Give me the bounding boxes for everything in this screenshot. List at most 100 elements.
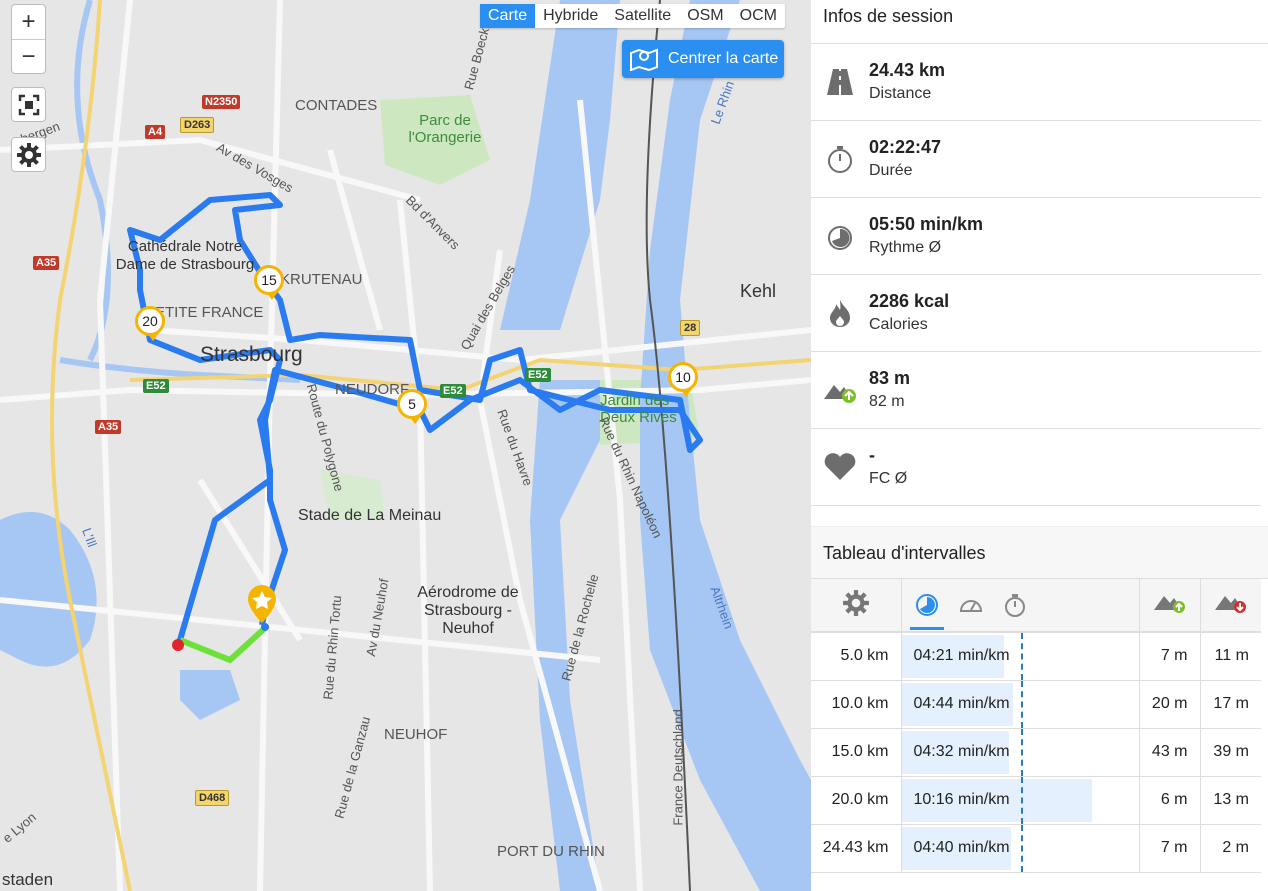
average-pace-line: [1020, 633, 1023, 680]
tab-speed[interactable]: [954, 580, 988, 630]
road-icon: [811, 67, 869, 97]
zoom-in-button[interactable]: +: [12, 5, 45, 40]
stopwatch-icon: [1004, 594, 1025, 617]
stopwatch-icon: [811, 144, 869, 174]
place-contades: CONTADES: [295, 97, 378, 114]
interval-pace-cell: 10:16 min/km: [900, 776, 1139, 825]
road-shield-d468: D468: [195, 790, 230, 806]
road-shield-n2350: N2350: [202, 95, 241, 109]
border-france-deutschland: France Deutschland: [670, 709, 686, 826]
layer-tab-carte[interactable]: Carte: [480, 4, 536, 28]
table-row[interactable]: 5.0 km 04:21 min/km 7 m 11 m: [811, 632, 1261, 681]
map-view[interactable]: CONTADES Parc de l'Orangerie Cathédrale …: [0, 0, 811, 891]
descent-icon: [1214, 595, 1246, 613]
fullscreen-icon: [18, 94, 39, 115]
layer-tab-ocm[interactable]: OCM: [732, 4, 785, 28]
interval-descent: 11 m: [1199, 632, 1261, 681]
session-info-title: Infos de session: [811, 0, 1268, 44]
road-shield-a35-south: A35: [95, 420, 122, 434]
intervals-table: 5.0 km 04:21 min/km 7 m 11 m 10.0 km 04:44 mi…: [811, 579, 1261, 873]
stat-label: Calories: [869, 316, 928, 333]
average-pace-line: [1020, 680, 1023, 728]
settings-header[interactable]: [811, 579, 901, 633]
place-port-du-rhin: PORT DU RHIN: [497, 843, 605, 860]
stat-heart-rate: - FC Ø: [811, 429, 1261, 506]
place-cathedrale: Cathédrale Notre Dame de Strasbourg: [115, 238, 255, 273]
heart-icon: [811, 452, 869, 482]
interval-descent: 2 m: [1199, 824, 1261, 873]
km-marker-20[interactable]: 20: [135, 306, 165, 341]
table-row[interactable]: 20.0 km 10:16 min/km 6 m 13 m: [811, 776, 1261, 825]
interval-pace: 04:32 min/km: [913, 743, 1010, 760]
stat-value: 83 m: [869, 368, 911, 388]
gear-icon: [16, 142, 41, 167]
metric-tabs-header: [900, 579, 1139, 633]
km-marker-15[interactable]: 15: [254, 265, 284, 300]
road-shield-a35-north: A35: [33, 256, 60, 270]
place-stade-meinau: Stade de La Meinau: [298, 507, 442, 524]
interval-pace: 04:21 min/km: [913, 647, 1010, 665]
interval-ascent: 6 m: [1138, 776, 1200, 825]
interval-distance: 5.0 km: [811, 632, 901, 681]
layer-tab-satellite[interactable]: Satellite: [606, 4, 679, 28]
table-row[interactable]: 24.43 km 04:40 min/km 7 m2 m: [811, 824, 1261, 873]
pace-icon: [811, 221, 869, 251]
center-map-label: Centrer la carte: [668, 50, 779, 67]
stat-label: FC Ø: [869, 470, 908, 487]
interval-distance: 24.43 km: [811, 824, 901, 873]
stat-value: -: [869, 445, 875, 465]
stat-pace: 05:50 min/km Rythme Ø: [811, 198, 1261, 275]
interval-descent: 17 m: [1199, 680, 1261, 729]
place-kehl: Kehl: [740, 281, 777, 301]
stat-label: Distance: [869, 85, 932, 102]
average-pace-line: [1020, 728, 1023, 776]
place-neudorf: NEUDORF: [335, 381, 410, 398]
km-marker-10[interactable]: 10: [668, 362, 698, 397]
place-staden: staden: [2, 870, 54, 889]
stat-value: 2286 kcal: [869, 291, 950, 311]
km-marker-5[interactable]: 5: [397, 389, 427, 424]
interval-descent: 13 m: [1199, 776, 1261, 825]
road-shield-e52-east: E52: [525, 368, 551, 382]
road-shield-e52-west: E52: [143, 379, 169, 393]
tab-pace[interactable]: [909, 580, 944, 630]
intervals-title: Tableau d'intervalles: [811, 526, 1268, 579]
map-layer-tabs: Carte Hybride Satellite OSM OCM: [480, 4, 785, 28]
stat-label: Rythme Ø: [869, 239, 942, 256]
average-pace-line: [1020, 824, 1023, 872]
flame-icon: [811, 298, 869, 328]
map-settings-button[interactable]: [11, 137, 46, 172]
interval-ascent: 43 m: [1138, 728, 1200, 777]
zoom-out-button[interactable]: −: [12, 40, 45, 75]
stat-calories: 2286 kcal Calories: [811, 275, 1261, 352]
table-row[interactable]: 15.0 km 04:32 min/km 43 m 39 m: [811, 728, 1261, 777]
interval-pace-cell: 04:32 min/km: [900, 728, 1139, 777]
road-shield-e52-mid: E52: [440, 384, 466, 398]
place-krutenau: KRUTENAU: [280, 271, 363, 288]
road-shield-a4: A4: [145, 125, 166, 139]
interval-ascent: 7 m: [1138, 824, 1200, 873]
stat-value: 02:22:47: [869, 137, 942, 157]
stat-duration: 02:22:47 Durée: [811, 121, 1261, 198]
map-pin-icon: [630, 48, 658, 71]
layer-tab-hybride[interactable]: Hybride: [535, 4, 606, 28]
fullscreen-button[interactable]: [11, 87, 46, 122]
place-strasbourg: Strasbourg: [200, 343, 303, 366]
interval-pace-cell: 04:44 min/km: [900, 680, 1139, 729]
average-pace-line: [1020, 776, 1023, 824]
gear-icon: [842, 589, 869, 616]
road-shield-d263: D263: [180, 117, 215, 133]
layer-tab-osm[interactable]: OSM: [679, 4, 731, 28]
descent-header[interactable]: [1199, 579, 1261, 633]
center-map-button[interactable]: Centrer la carte: [622, 40, 784, 78]
interval-pace: 10:16 min/km: [913, 791, 1010, 808]
place-jardin-deux-rives: Jardin des Deux Rives: [600, 392, 677, 426]
ascent-header[interactable]: [1138, 579, 1200, 633]
tab-duration[interactable]: [998, 580, 1032, 630]
interval-distance: 10.0 km: [811, 680, 901, 729]
road-shield-28: 28: [680, 320, 701, 336]
interval-distance: 15.0 km: [811, 728, 901, 777]
table-row[interactable]: 10.0 km 04:44 min/km 20 m 17 m: [811, 680, 1261, 729]
place-aerodrome: Aérodrome de Strasbourg - Neuhof: [417, 584, 519, 637]
stat-distance: 24.43 km Distance: [811, 44, 1261, 121]
